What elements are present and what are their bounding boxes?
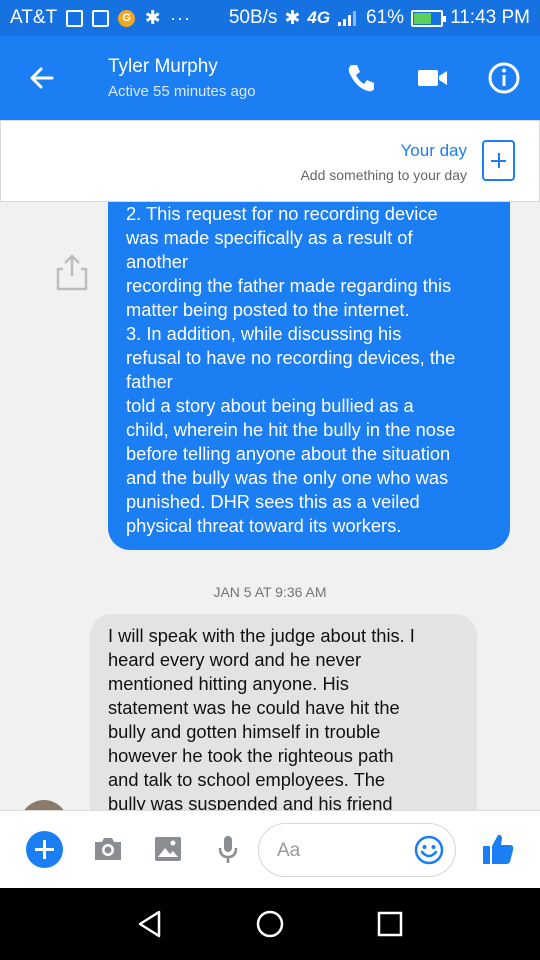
avatar[interactable] xyxy=(20,800,68,810)
gallery-icon xyxy=(92,9,110,27)
plus-icon[interactable] xyxy=(26,831,63,868)
nav-back-icon[interactable] xyxy=(134,908,166,940)
screenshot-icon xyxy=(66,9,84,27)
back-arrow-icon[interactable] xyxy=(24,60,60,96)
microphone-icon[interactable] xyxy=(212,833,244,865)
signal-icon xyxy=(338,11,357,26)
conversation-header: Tyler Murphy Active 55 minutes ago xyxy=(0,36,540,120)
message-input-placeholder: Aa xyxy=(277,840,301,861)
battery-percent: 61% xyxy=(366,7,405,28)
share-icon[interactable] xyxy=(55,252,89,292)
carrier-label: AT&T xyxy=(10,7,58,28)
nav-recents-icon[interactable] xyxy=(374,908,406,940)
message-timestamp: JAN 5 AT 9:36 AM xyxy=(213,584,327,600)
phone-icon[interactable] xyxy=(342,60,378,96)
contact-name[interactable]: Tyler Murphy xyxy=(108,56,218,78)
app-notification-icon: G xyxy=(118,9,136,27)
system-nav-bar xyxy=(0,888,540,960)
video-camera-icon[interactable] xyxy=(414,60,450,96)
status-bar: AT&T G ✱ ··· 50B/s ✱ 4G 61% 11:43 PM xyxy=(0,0,540,36)
incoming-message[interactable]: I will speak with the judge about this. … xyxy=(90,614,477,810)
add-to-day-icon[interactable] xyxy=(482,140,515,181)
nav-home-icon[interactable] xyxy=(254,908,286,940)
emoji-icon[interactable] xyxy=(413,834,445,866)
network-speed: 50B/s xyxy=(228,7,278,28)
battery-icon xyxy=(411,9,447,27)
your-day-subtitle: Add something to your day xyxy=(300,167,467,183)
camera-icon[interactable] xyxy=(92,833,124,865)
info-icon[interactable] xyxy=(486,60,522,96)
your-day-title: Your day xyxy=(400,141,467,160)
network-type: 4G xyxy=(307,8,331,27)
clock: 11:43 PM xyxy=(450,7,530,28)
more-notifications-icon: ··· xyxy=(170,7,192,28)
bluetooth-icon: ✱ xyxy=(284,7,301,29)
contact-status: Active 55 minutes ago xyxy=(108,83,256,100)
message-input[interactable]: Aa xyxy=(258,823,456,877)
message-composer: Aa xyxy=(0,810,540,888)
your-day-card[interactable]: Your day Add something to your day xyxy=(0,120,540,202)
snowflake-icon: ✱ xyxy=(144,7,161,29)
image-icon[interactable] xyxy=(152,833,184,865)
message-list: 2. This request for no recording device … xyxy=(0,202,540,810)
outgoing-message[interactable]: 2. This request for no recording device … xyxy=(108,202,510,550)
thumbs-up-icon[interactable] xyxy=(480,831,516,867)
